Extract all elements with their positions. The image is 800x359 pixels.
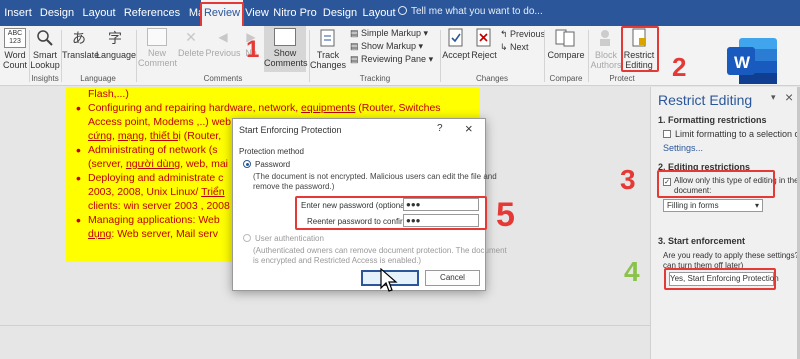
pane-options-icon[interactable]: ▾	[771, 92, 776, 103]
tab-references[interactable]: References	[120, 0, 184, 26]
previous-icon: ◀	[218, 30, 228, 44]
reject-button[interactable]: Reject	[470, 28, 498, 60]
compare-icon	[555, 28, 577, 48]
password-radio[interactable]	[243, 160, 251, 168]
translate-button[interactable]: あ Translate	[62, 28, 99, 60]
annotation-box-restrict-editing	[621, 26, 659, 72]
restrict-editing-pane: Restrict Editing ▾ × 1. Formatting restr…	[650, 87, 800, 359]
new-comment-icon	[147, 28, 167, 46]
annotation-number-3: 3	[620, 164, 636, 195]
user-auth-radio-row[interactable]: User authentication	[243, 234, 324, 243]
tab-insert[interactable]: Insert	[0, 0, 36, 26]
password-radio-label: Password	[255, 160, 291, 169]
translate-icon: あ	[72, 30, 86, 46]
formatting-restrictions-heading: 1. Formatting restrictions	[658, 115, 767, 125]
next-change-icon: ↳	[500, 42, 511, 52]
word-count-icon: ABC 123	[4, 28, 26, 48]
compare-button[interactable]: Compare	[546, 28, 586, 60]
password-radio-row[interactable]: Password	[243, 160, 290, 169]
lightbulb-icon	[398, 6, 407, 15]
word-count-button[interactable]: ABC 123 Word Count	[2, 28, 28, 70]
markup-icon: ▤	[350, 28, 362, 38]
settings-link[interactable]: Settings...	[663, 143, 703, 153]
list-item: Configuring and repairing hardware, netw…	[74, 101, 476, 115]
block-authors-icon	[596, 28, 616, 48]
group-label-protect: Protect	[609, 74, 635, 83]
group-label-changes: Changes	[475, 74, 509, 83]
user-auth-note-2: is encrypted and Restricted Access is en…	[253, 256, 422, 265]
show-markup-icon: ▤	[350, 41, 362, 51]
mouse-cursor-icon	[380, 268, 398, 292]
tab-layout[interactable]: Layout	[78, 0, 120, 26]
group-label-language: Language	[80, 74, 116, 83]
previous-comment-button[interactable]: ◀ Previous	[204, 28, 242, 58]
annotation-number-4: 4	[624, 256, 640, 287]
annotation-box-start-enforcing	[664, 268, 776, 290]
show-comments-button[interactable]: Show Comments	[264, 26, 308, 72]
password-note-2: remove the password.)	[253, 182, 335, 191]
smart-lookup-button[interactable]: Smart Lookup	[30, 28, 60, 70]
show-markup-dropdown[interactable]: ▤ Show Markup ▾	[350, 40, 423, 52]
new-comment-button[interactable]: New Comment	[138, 28, 177, 68]
user-auth-label: User authentication	[255, 234, 324, 243]
pane-title: Restrict Editing	[658, 92, 753, 108]
annotation-number-5: 5	[496, 196, 515, 234]
language-icon: 字	[108, 30, 122, 46]
editing-type-select[interactable]: Filling in forms ▾	[663, 199, 763, 212]
group-label-tracking: Tracking	[359, 74, 391, 83]
dialog-close-icon[interactable]: ×	[465, 121, 473, 136]
pane-close-icon[interactable]: ×	[785, 89, 793, 105]
doc-line: Flash,...)	[88, 88, 129, 100]
start-enforcement-heading: 3. Start enforcement	[658, 236, 746, 246]
user-auth-note: (Authenticated owners can remove documen…	[253, 246, 507, 255]
previous-change-button[interactable]: ↰ Previous	[500, 28, 545, 40]
annotation-box-editing-restrictions	[657, 170, 775, 198]
limit-formatting-checkbox[interactable]	[663, 130, 671, 138]
group-label-compare: Compare	[549, 74, 583, 83]
word-logo: W	[725, 36, 780, 86]
tell-me-search[interactable]: Tell me what you want to do...	[398, 6, 543, 17]
delete-icon: ✕	[185, 29, 197, 45]
reviewing-pane-icon: ▤	[350, 54, 362, 64]
group-label-insights: Insights	[31, 74, 59, 83]
accept-button[interactable]: Accept	[442, 28, 470, 60]
limit-formatting-label: Limit formatting to a selection of style	[675, 129, 800, 139]
protection-method-label: Protection method	[239, 147, 304, 156]
accept-icon	[446, 28, 466, 48]
magnifier-icon	[35, 28, 55, 48]
annotation-number-1: 1	[246, 36, 260, 63]
reviewing-pane-dropdown[interactable]: ▤ Reviewing Pane ▾	[350, 53, 433, 65]
tab-view[interactable]: View	[243, 0, 271, 26]
help-icon[interactable]: ?	[437, 123, 443, 134]
tell-me-text: Tell me what you want to do...	[411, 6, 543, 17]
tab-design[interactable]: Design	[36, 0, 78, 26]
show-comments-icon	[274, 28, 296, 46]
limit-formatting-checkbox-row[interactable]: Limit formatting to a selection of style	[663, 129, 800, 139]
previous-change-icon: ↰	[500, 29, 511, 39]
simple-markup-dropdown[interactable]: ▤ Simple Markup ▾	[350, 27, 428, 39]
reject-icon	[474, 28, 494, 48]
tab-table-layout[interactable]: Layout	[361, 0, 397, 26]
next-change-button[interactable]: ↳ Next	[500, 41, 529, 53]
tab-nitro-pro[interactable]: Nitro Pro	[271, 0, 319, 26]
annotation-box-password-fields	[295, 196, 487, 230]
password-note: (The document is not encrypted. Maliciou…	[253, 172, 497, 181]
doc-divider	[0, 325, 650, 326]
cancel-button[interactable]: Cancel	[425, 270, 480, 286]
tab-table-design[interactable]: Design	[319, 0, 361, 26]
chevron-down-icon: ▾	[754, 201, 759, 210]
annotation-number-2: 2	[672, 52, 687, 82]
ready-text: Are you ready to apply these settings? (…	[663, 251, 800, 260]
dialog-title: Start Enforcing Protection	[239, 125, 342, 135]
block-authors-button[interactable]: Block Authors	[589, 28, 623, 70]
track-changes-icon	[317, 28, 339, 48]
language-button[interactable]: 字 Language	[96, 28, 136, 60]
group-label-comments: Comments	[203, 74, 243, 83]
delete-comment-button[interactable]: ✕ Delete	[176, 28, 206, 58]
word-logo-letter: W	[734, 53, 751, 72]
annotation-box-review-tab	[200, 2, 244, 28]
user-auth-radio[interactable]	[243, 234, 251, 242]
ribbon-tab-bar: Insert Design Layout References Mailings…	[0, 0, 800, 27]
track-changes-button[interactable]: Track Changes	[310, 28, 346, 70]
